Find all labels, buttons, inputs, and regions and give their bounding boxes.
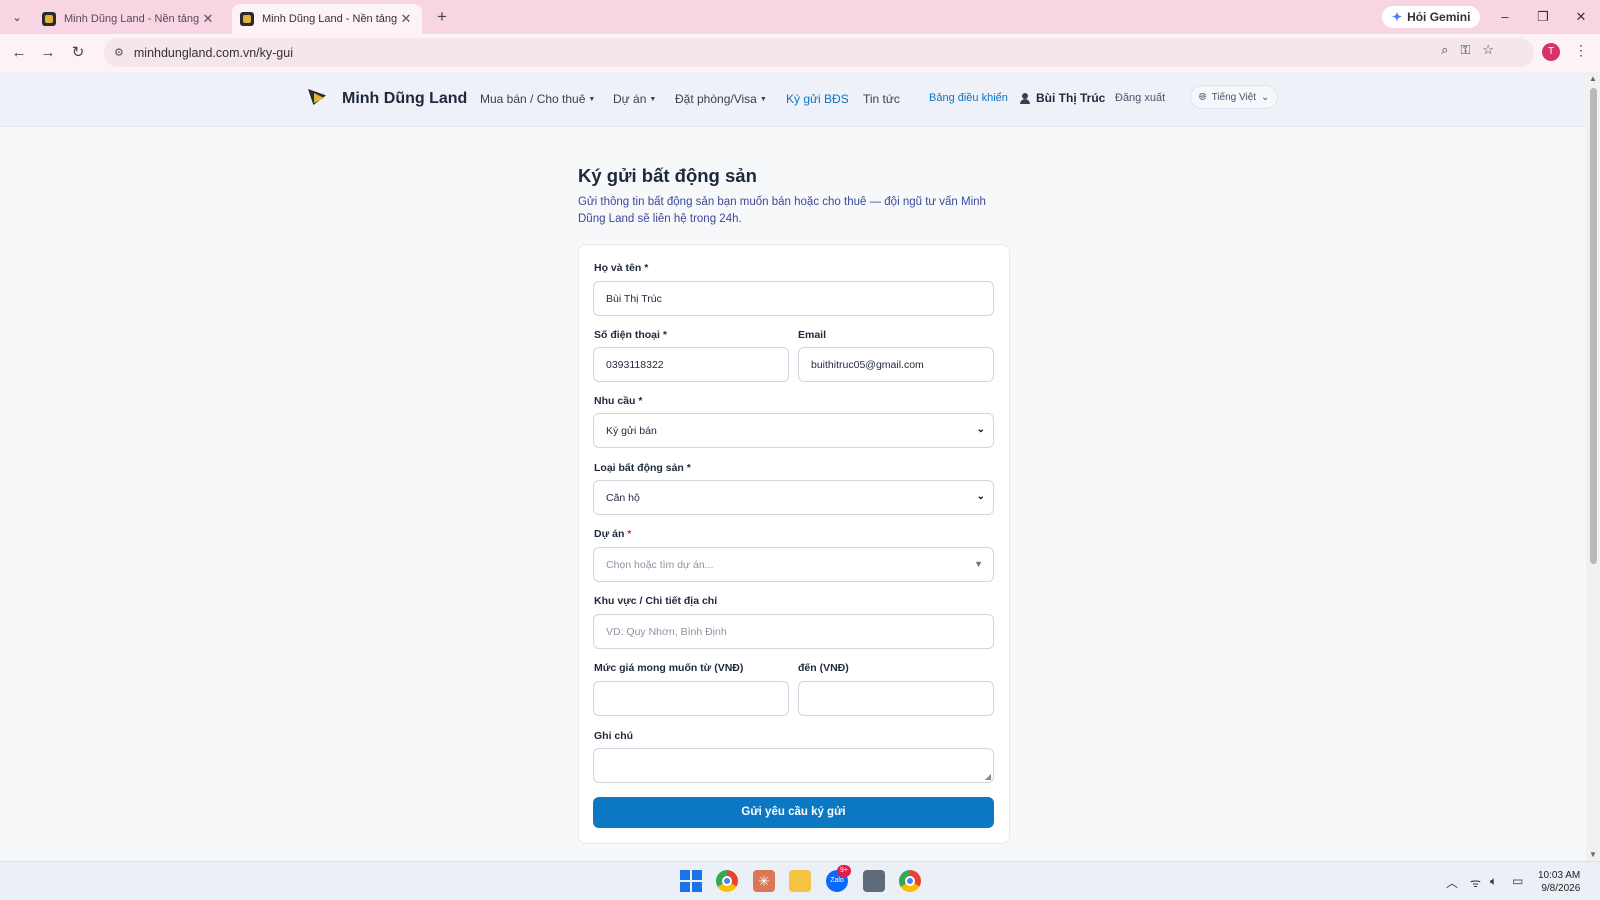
- address-bar[interactable]: ⚙ minhdungland.com.vn/ky-gui ⌕ ⚿ ☆: [104, 38, 1534, 67]
- back-arrow-icon[interactable]: ←: [8, 42, 30, 64]
- browser-toolbar: ← → ↻ ⚙ minhdungland.com.vn/ky-gui ⌕ ⚿ ☆: [0, 34, 1600, 72]
- claude-app-icon[interactable]: ✳: [753, 870, 775, 892]
- tab-title: Minh Dũng Land - Nền tảng bấ: [64, 13, 200, 25]
- reload-icon[interactable]: ↻: [67, 42, 89, 64]
- site-favicon-icon: [42, 12, 56, 26]
- gemini-label: Hỏi Gemini: [1407, 10, 1471, 24]
- dashboard-link[interactable]: Bảng điều khiển: [929, 92, 1008, 104]
- windows-taskbar: ✳ Zalo ︿ ᯤ 🔈︎ ▭ 10:03 AM 9/8/2026: [0, 861, 1600, 900]
- need-select[interactable]: Ký gửi bán ⌄: [593, 413, 994, 448]
- gemini-sparkle-icon: ✦: [1392, 10, 1403, 24]
- phone-label: Số điện thoại *: [594, 329, 667, 341]
- brand-logo-icon: [306, 87, 332, 111]
- file-explorer-icon[interactable]: [789, 870, 811, 892]
- user-account-link[interactable]: Bùi Thị Trúc: [1020, 91, 1105, 105]
- note-label: Ghi chú: [594, 730, 634, 742]
- chevron-down-icon: ⌄: [976, 424, 985, 435]
- caret-down-icon: ▼: [649, 96, 657, 104]
- scrollbar-thumb[interactable]: [1590, 88, 1597, 564]
- price-from-label: Mức giá mong muốn từ (VNĐ): [594, 662, 744, 674]
- site-favicon-icon: [240, 12, 254, 26]
- nav-item-consign[interactable]: Ký gửi BĐS: [786, 92, 849, 106]
- scroll-down-arrow-icon[interactable]: ▼: [1589, 850, 1597, 859]
- address-input[interactable]: VD: Quy Nhơn, Bình Định: [593, 614, 994, 649]
- wifi-icon[interactable]: ᯤ: [1470, 874, 1481, 891]
- windows-start-icon[interactable]: [680, 870, 702, 892]
- browser-menu-icon[interactable]: ⋮: [1574, 42, 1588, 59]
- chevron-down-icon: ⌄: [1261, 91, 1270, 103]
- language-label: Tiếng Việt: [1211, 91, 1257, 103]
- caret-down-icon: ▼: [588, 96, 596, 104]
- browser-tab[interactable]: Minh Dũng Land - Nền tảng bấ ✕: [34, 4, 224, 34]
- need-label: Nhu cầu *: [594, 395, 643, 407]
- language-selector[interactable]: 🌐︎ Tiếng Việt ⌄: [1190, 85, 1278, 109]
- property-type-selected-value: Căn hộ: [606, 491, 640, 504]
- user-name: Bùi Thị Trúc: [1036, 91, 1106, 105]
- price-to-label: đến (VNĐ): [798, 662, 849, 674]
- globe-icon: 🌐︎: [1198, 91, 1207, 103]
- forward-arrow-icon[interactable]: →: [37, 42, 59, 64]
- user-icon: [1020, 92, 1030, 104]
- nav-item-booking-visa[interactable]: Đặt phòng/Visa ▼: [675, 92, 767, 106]
- project-placeholder: Chọn hoặc tìm dự án...: [606, 558, 714, 571]
- profile-avatar[interactable]: T: [1542, 43, 1560, 61]
- url-text: minhdungland.com.vn/ky-gui: [133, 45, 293, 60]
- clock-date: 9/8/2026: [1541, 883, 1581, 894]
- logout-link[interactable]: Đăng xuất: [1115, 92, 1165, 104]
- caret-down-icon: ▼: [759, 96, 767, 104]
- address-label: Khu vực / Chi tiết địa chỉ: [594, 595, 718, 607]
- fullname-label: Họ và tên *: [594, 262, 649, 274]
- restore-icon[interactable]: ❐: [1532, 6, 1554, 28]
- tray-overflow-chevron-icon[interactable]: ︿: [1446, 874, 1458, 891]
- clock-time: 10:03 AM: [1538, 870, 1581, 881]
- tab-title: Minh Dũng Land - Nền tảng bấ: [262, 13, 398, 25]
- project-combobox[interactable]: Chọn hoặc tìm dự án... ▼: [593, 547, 994, 582]
- chrome-icon[interactable]: [716, 870, 738, 892]
- site-header: Minh Dũng Land Mua bán / Cho thuê ▼ Dự án…: [0, 72, 1586, 127]
- page-scrollbar[interactable]: ▲ ▼: [1586, 72, 1600, 861]
- brand-name: Minh Dũng Land: [342, 90, 468, 107]
- system-clock[interactable]: 10:03 AM 9/8/2026: [1538, 869, 1580, 895]
- price-to-input[interactable]: [798, 681, 994, 716]
- fullname-input[interactable]: Bùi Thị Trúc: [593, 281, 994, 316]
- page-title: Ký gửi bất động sản: [578, 165, 757, 186]
- new-tab-plus-icon[interactable]: +: [432, 7, 452, 27]
- gemini-button[interactable]: ✦ Hỏi Gemini: [1382, 6, 1481, 28]
- close-window-icon[interactable]: ✕: [1570, 6, 1592, 28]
- nav-item-projects[interactable]: Dự án ▼: [613, 92, 656, 106]
- camera-app-icon[interactable]: [863, 870, 885, 892]
- nav-item-news[interactable]: Tin tức: [863, 92, 900, 106]
- phone-input[interactable]: 0393118322: [593, 347, 789, 382]
- close-tab-icon[interactable]: ✕: [398, 11, 414, 27]
- chevron-down-icon: ⌄: [976, 491, 985, 502]
- battery-icon[interactable]: ▭: [1512, 874, 1523, 888]
- email-input[interactable]: buithitruc05@gmail.com: [798, 347, 994, 382]
- note-textarea[interactable]: ◢: [593, 748, 994, 783]
- tab-list-chevron-icon[interactable]: ⌄: [6, 6, 28, 28]
- volume-icon[interactable]: 🔈︎: [1490, 874, 1497, 889]
- chrome-profile-icon[interactable]: [899, 870, 921, 892]
- resize-grip-icon[interactable]: ◢: [985, 772, 991, 781]
- site-settings-icon[interactable]: ⚙: [114, 46, 124, 59]
- browser-tab-active[interactable]: Minh Dũng Land - Nền tảng bấ ✕: [232, 4, 422, 34]
- nav-item-buy-rent[interactable]: Mua bán / Cho thuê ▼: [480, 92, 595, 106]
- page-subtitle: Gửi thông tin bất động sản bạn muốn bán …: [578, 196, 986, 225]
- project-label: Dự án *: [594, 528, 632, 540]
- zoom-icon[interactable]: ⌕: [1441, 42, 1448, 58]
- browser-tabstrip: ⌄ Minh Dũng Land - Nền tảng bấ ✕ Minh Dũ…: [0, 0, 1600, 34]
- scroll-up-arrow-icon[interactable]: ▲: [1589, 74, 1597, 83]
- bookmark-star-icon[interactable]: ☆: [1482, 42, 1494, 58]
- submit-consignment-button[interactable]: Gửi yêu cầu ký gửi: [593, 797, 994, 828]
- minimize-icon[interactable]: –: [1494, 6, 1516, 28]
- dropdown-triangle-icon: ▼: [974, 559, 983, 569]
- close-tab-icon[interactable]: ✕: [200, 11, 216, 27]
- brand-logo-link[interactable]: Minh Dũng Land: [306, 87, 467, 111]
- email-label: Email: [798, 329, 827, 341]
- password-key-icon[interactable]: ⚿: [1460, 42, 1470, 58]
- zalo-notification-badge: 9+: [837, 865, 851, 877]
- property-type-select[interactable]: Căn hộ ⌄: [593, 480, 994, 515]
- price-from-input[interactable]: [593, 681, 789, 716]
- need-selected-value: Ký gửi bán: [606, 424, 657, 437]
- property-type-label: Loại bất động sản *: [594, 462, 691, 474]
